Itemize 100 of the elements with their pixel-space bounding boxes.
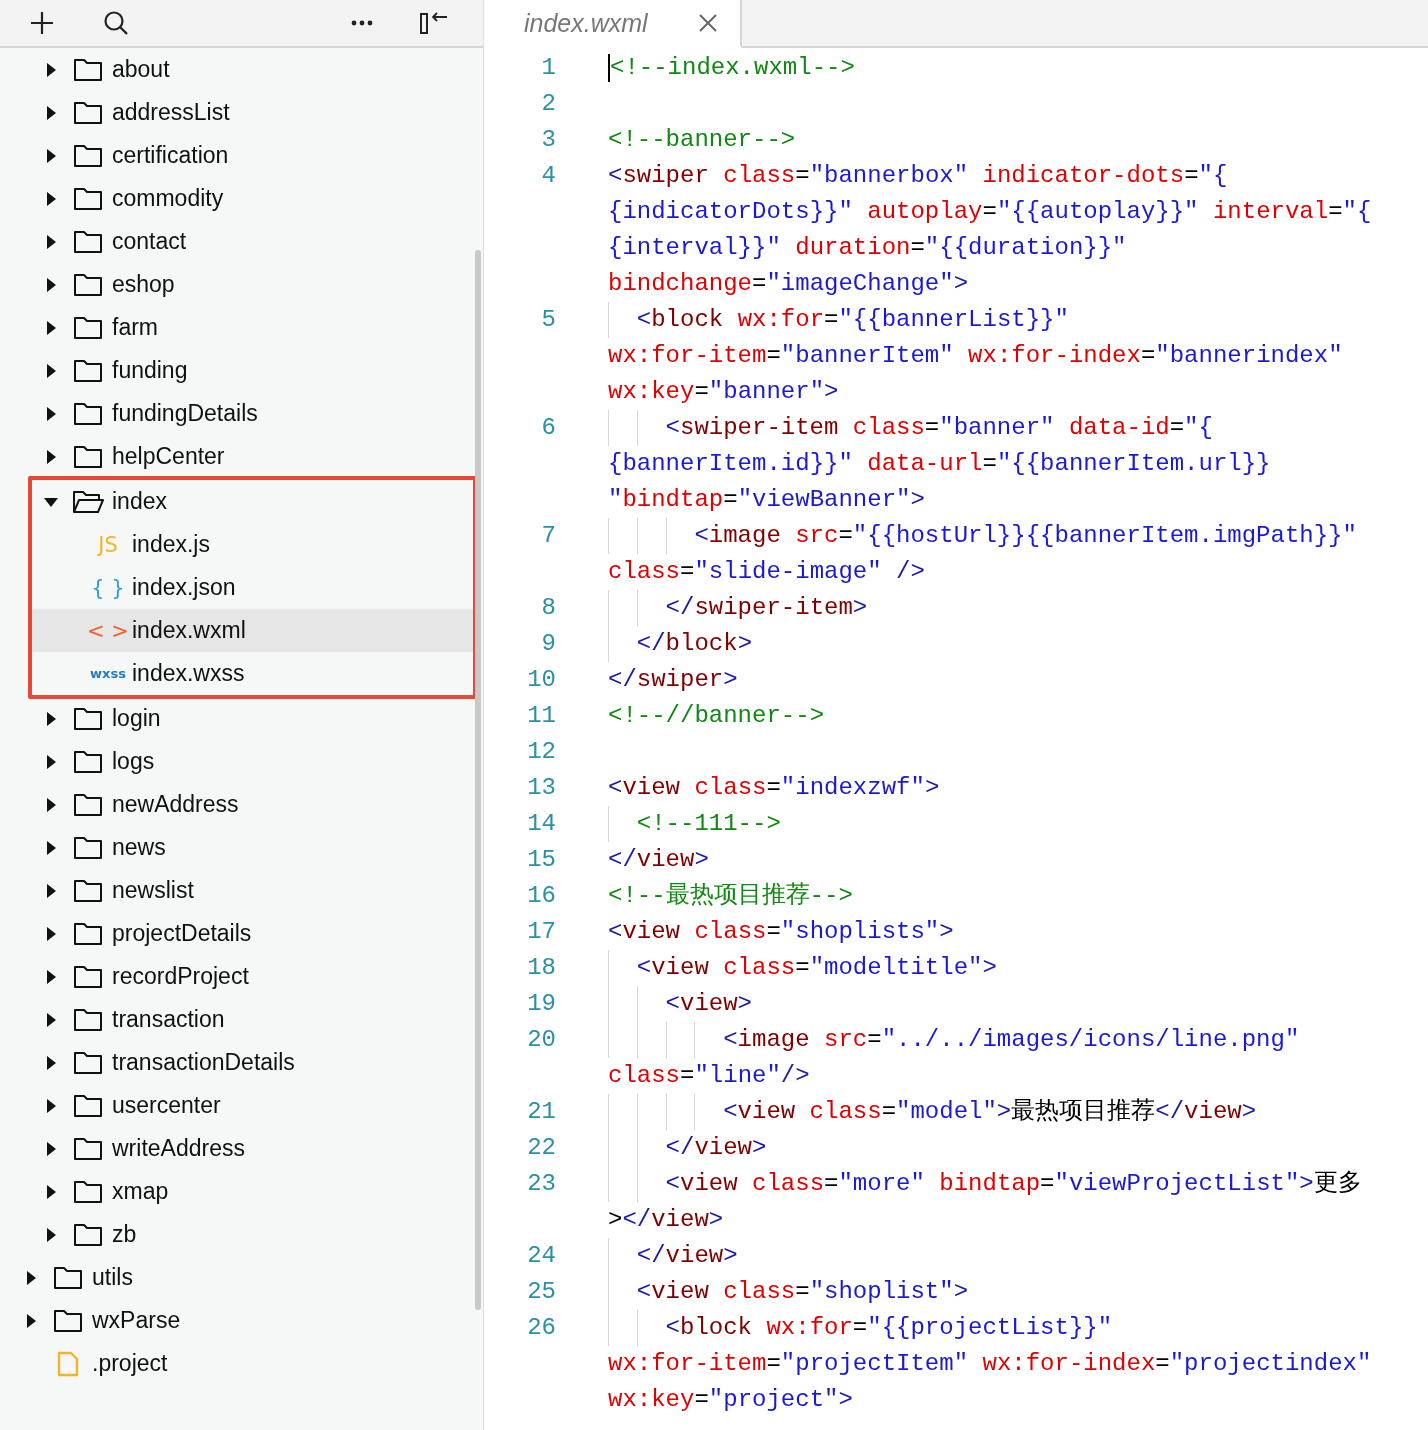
- caret-right-icon[interactable]: [44, 363, 58, 378]
- folder-item[interactable]: index: [32, 480, 473, 523]
- open-folder-icon: [72, 489, 104, 514]
- folder-item[interactable]: funding: [0, 349, 483, 392]
- folder-item[interactable]: wxParse: [0, 1299, 483, 1342]
- folder-icon: [73, 706, 103, 731]
- code-line: </block>: [636, 629, 753, 659]
- file-item[interactable]: .project: [0, 1342, 483, 1385]
- code-line: <view class="model">最热项目推荐</view>: [723, 1097, 1257, 1127]
- file-icon: [57, 1350, 79, 1377]
- folder-item[interactable]: commodity: [0, 177, 483, 220]
- code-line: <!--111-->: [636, 809, 781, 839]
- add-icon[interactable]: [28, 9, 56, 37]
- line-number: 12: [526, 737, 556, 767]
- line-number: 13: [526, 773, 556, 803]
- file-type-icon: wxss: [90, 666, 126, 681]
- folder-icon: [73, 1136, 103, 1161]
- folder-item[interactable]: zb: [0, 1213, 483, 1256]
- file-item[interactable]: wxss index.wxss: [32, 652, 473, 695]
- folder-item[interactable]: login: [0, 697, 483, 740]
- caret-right-icon[interactable]: [44, 883, 58, 898]
- caret-right-icon[interactable]: [44, 1055, 58, 1070]
- caret-right-icon[interactable]: [44, 105, 58, 120]
- caret-right-icon[interactable]: [44, 754, 58, 769]
- code-line: <image src="{{hostUrl}}{{bannerItem.imgPath}}": [694, 521, 1357, 551]
- code-line: wx:key="banner">: [608, 377, 839, 407]
- caret-right-icon[interactable]: [44, 62, 58, 77]
- folder-icon: [53, 1265, 83, 1290]
- folder-item[interactable]: writeAddress: [0, 1127, 483, 1170]
- code-line: class="line"/>: [608, 1061, 810, 1091]
- folder-icon: [73, 358, 103, 383]
- caret-right-icon[interactable]: [44, 1141, 58, 1156]
- scrollbar[interactable]: [475, 250, 481, 1310]
- folder-item[interactable]: helpCenter: [0, 435, 483, 478]
- code-line: wx:key="project">: [608, 1385, 853, 1415]
- folder-item[interactable]: addressList: [0, 91, 483, 134]
- caret-right-icon[interactable]: [44, 406, 58, 421]
- code-line: <view class="indexzwf">: [608, 773, 940, 803]
- more-icon[interactable]: [351, 19, 373, 27]
- folder-item[interactable]: certification: [0, 134, 483, 177]
- folder-icon: [73, 444, 103, 469]
- code-line: <!--//banner-->: [608, 701, 825, 731]
- folder-item[interactable]: fundingDetails: [0, 392, 483, 435]
- close-icon[interactable]: [698, 13, 718, 33]
- search-icon[interactable]: [102, 9, 130, 37]
- code-line: <view>: [665, 989, 752, 1019]
- folder-item[interactable]: xmap: [0, 1170, 483, 1213]
- folder-icon: [73, 792, 103, 817]
- file-item[interactable]: JS index.js: [32, 523, 473, 566]
- code-line: ></view>: [608, 1205, 724, 1235]
- caret-right-icon[interactable]: [44, 711, 58, 726]
- folder-item[interactable]: newAddress: [0, 783, 483, 826]
- caret-right-icon[interactable]: [44, 1098, 58, 1113]
- folder-item[interactable]: farm: [0, 306, 483, 349]
- folder-item[interactable]: projectDetails: [0, 912, 483, 955]
- folder-icon: [73, 964, 103, 989]
- line-number: 8: [540, 593, 556, 623]
- caret-right-icon[interactable]: [44, 1184, 58, 1199]
- line-number: 18: [526, 953, 556, 983]
- code-line: <image src="../../images/icons/line.png": [723, 1025, 1300, 1055]
- folder-item[interactable]: recordProject: [0, 955, 483, 998]
- caret-right-icon[interactable]: [24, 1313, 38, 1328]
- folder-item[interactable]: transaction: [0, 998, 483, 1041]
- folder-item[interactable]: usercenter: [0, 1084, 483, 1127]
- folder-item[interactable]: transactionDetails: [0, 1041, 483, 1084]
- code-line: <view class="shoplist">: [636, 1277, 969, 1307]
- collapse-panel-icon[interactable]: [419, 9, 449, 37]
- caret-right-icon[interactable]: [44, 191, 58, 206]
- folder-item[interactable]: news: [0, 826, 483, 869]
- line-number: 15: [526, 845, 556, 875]
- folder-icon: [73, 401, 103, 426]
- folder-icon: [73, 315, 103, 340]
- caret-right-icon[interactable]: [24, 1270, 38, 1285]
- folder-item[interactable]: utils: [0, 1256, 483, 1299]
- line-number: 23: [526, 1169, 556, 1199]
- file-item[interactable]: { } index.json: [32, 566, 473, 609]
- caret-right-icon[interactable]: [44, 320, 58, 335]
- caret-right-icon[interactable]: [44, 1012, 58, 1027]
- folder-icon: [73, 1050, 103, 1075]
- folder-item[interactable]: newslist: [0, 869, 483, 912]
- folder-item[interactable]: logs: [0, 740, 483, 783]
- line-number: 6: [540, 413, 556, 443]
- folder-item[interactable]: contact: [0, 220, 483, 263]
- caret-right-icon[interactable]: [44, 277, 58, 292]
- caret-right-icon[interactable]: [44, 969, 58, 984]
- caret-right-icon[interactable]: [44, 449, 58, 464]
- line-number: 2: [540, 89, 556, 119]
- folder-item[interactable]: about: [0, 48, 483, 91]
- folder-icon: [73, 835, 103, 860]
- caret-right-icon[interactable]: [44, 148, 58, 163]
- caret-right-icon[interactable]: [44, 926, 58, 941]
- file-item[interactable]: < >index.wxml: [32, 609, 473, 652]
- line-number: 16: [526, 881, 556, 911]
- folder-item[interactable]: eshop: [0, 263, 483, 306]
- caret-right-icon[interactable]: [44, 797, 58, 812]
- caret-right-icon[interactable]: [44, 1227, 58, 1242]
- folder-icon: [73, 1093, 103, 1118]
- caret-right-icon[interactable]: [44, 840, 58, 855]
- caret-right-icon[interactable]: [44, 234, 58, 249]
- folder-icon: [73, 1179, 103, 1204]
